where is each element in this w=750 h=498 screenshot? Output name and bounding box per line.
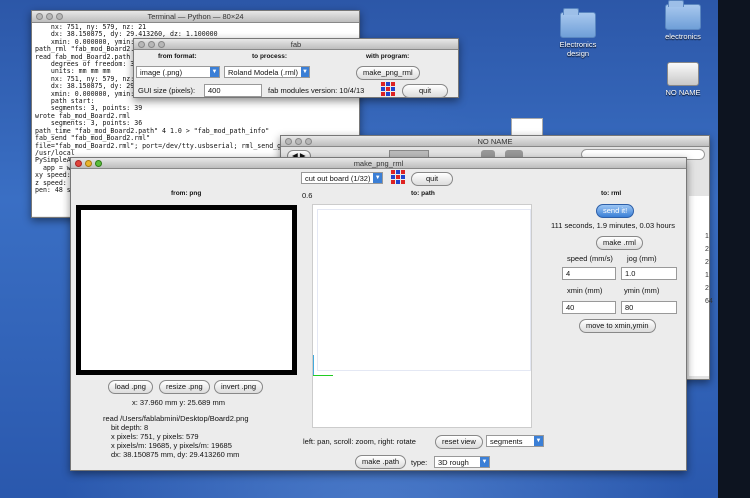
- version-text: fab modules version: 10/4/13: [268, 86, 365, 95]
- fab-window[interactable]: fab from format: to process: with progra…: [133, 38, 459, 98]
- fab-titlebar[interactable]: fab: [134, 39, 458, 50]
- from-format-select[interactable]: image (.png) ▼: [136, 66, 220, 78]
- view-select[interactable]: segments ▼: [486, 435, 544, 447]
- finder-number: 1: [705, 233, 709, 240]
- fab-logo-icon: [381, 82, 395, 96]
- minimize-icon[interactable]: [148, 41, 155, 48]
- size-readout: x: 37.960 mm y: 25.689 mm: [132, 398, 225, 407]
- minimize-icon[interactable]: [295, 138, 302, 145]
- make-rml-button[interactable]: make .rml: [596, 236, 643, 250]
- speed-label: speed (mm/s): [567, 254, 613, 263]
- chevron-down-icon: ▼: [301, 67, 309, 77]
- send-it-button[interactable]: send it!: [596, 204, 635, 218]
- info-line: dx: 38.150875 mm, dy: 29.413260 mm: [111, 450, 240, 459]
- info-line: read /Users/fablabmini/Desktop/Board2.pn…: [103, 414, 249, 423]
- xmin-label: xmin (mm): [567, 286, 603, 295]
- with-program-header: with program:: [366, 53, 410, 60]
- ymin-input[interactable]: 80: [621, 301, 677, 314]
- fab-logo-icon: [391, 170, 405, 184]
- chevron-down-icon: ▼: [373, 173, 382, 183]
- path-axis-y: [313, 355, 314, 375]
- from-png-header: from: png: [171, 190, 202, 197]
- terminal-title: Terminal — Python — 80×24: [147, 12, 244, 21]
- folder-icon: [665, 0, 701, 30]
- from-format-header: from format:: [158, 53, 197, 60]
- ymin-label: ymin (mm): [624, 286, 660, 295]
- window-controls: [285, 138, 312, 145]
- drive-icon: [667, 62, 699, 86]
- jog-label: jog (mm): [627, 254, 657, 263]
- to-process-select[interactable]: Roland Modela (.rml) ▼: [224, 66, 310, 78]
- finder-right-numbers: 1 2 2 1 2 64: [705, 230, 715, 308]
- cut-select[interactable]: cut out board (1/32) ▼: [301, 172, 383, 184]
- desktop-icon-electronics[interactable]: electronics: [656, 0, 710, 41]
- info-line: bit depth: 8: [111, 423, 149, 432]
- info-line: x pixels: 751, y pixels: 579: [111, 432, 199, 441]
- xmin-input[interactable]: 40: [562, 301, 616, 314]
- chevron-down-icon: ▼: [534, 436, 543, 446]
- finder-titlebar[interactable]: NO NAME: [281, 136, 709, 147]
- navigation-hint: left: pan, scroll: zoom, right: rotate: [303, 437, 416, 446]
- jog-input[interactable]: 1.0: [621, 267, 677, 280]
- make-png-rml-window[interactable]: make_png_rml cut out board (1/32) ▼ quit …: [70, 157, 687, 471]
- info-line: x pixels/m: 19685, y pixels/m: 19685: [111, 441, 232, 450]
- load-png-button[interactable]: load .png: [108, 380, 153, 394]
- desktop-icon-no-name[interactable]: NO NAME: [658, 62, 708, 97]
- type-select[interactable]: 3D rough ▼: [434, 456, 490, 468]
- chevron-down-icon: ▼: [210, 67, 219, 77]
- desktop-edge: [718, 0, 750, 498]
- to-path-header: to: path: [411, 190, 435, 197]
- to-process-header: to process:: [252, 53, 288, 60]
- type-label: type:: [411, 458, 428, 467]
- finder-number: 2: [705, 259, 709, 266]
- zoom-icon[interactable]: [95, 160, 102, 167]
- resize-png-button[interactable]: resize .png: [159, 380, 210, 394]
- png-info: read /Users/fablabmini/Desktop/Board2.pn…: [103, 414, 249, 459]
- time-estimate: 111 seconds, 1.9 minutes, 0.03 hours: [551, 221, 675, 230]
- make-png-rml-button[interactable]: make_png_rml: [356, 66, 420, 80]
- png-preview-canvas[interactable]: [76, 205, 297, 375]
- chevron-down-icon: ▼: [480, 457, 489, 467]
- zoom-icon[interactable]: [158, 41, 165, 48]
- quit-button[interactable]: quit: [411, 172, 454, 186]
- finder-number: 64: [705, 298, 713, 305]
- fab-title: fab: [290, 40, 302, 49]
- finder-number: 2: [705, 285, 709, 292]
- finder-number: 1: [705, 272, 709, 279]
- window-controls: [138, 41, 165, 48]
- make-path-button[interactable]: make .path: [355, 455, 407, 469]
- minimize-icon[interactable]: [85, 160, 92, 167]
- path-area: [317, 209, 531, 371]
- to-rml-header: to: rml: [601, 190, 622, 197]
- speed-input[interactable]: 4: [562, 267, 616, 280]
- fab-quit-button[interactable]: quit: [402, 84, 449, 98]
- desktop-icon-electronics-design[interactable]: Electronics design: [553, 8, 603, 58]
- window-controls: [75, 160, 102, 167]
- close-icon[interactable]: [285, 138, 292, 145]
- gui-size-input[interactable]: 400: [204, 84, 262, 97]
- close-icon[interactable]: [138, 41, 145, 48]
- make-png-rml-title: make_png_rml: [353, 159, 404, 168]
- invert-png-button[interactable]: invert .png: [214, 380, 264, 394]
- close-icon[interactable]: [36, 13, 43, 20]
- close-icon[interactable]: [75, 160, 82, 167]
- path-axis-x: [313, 375, 333, 376]
- move-to-xmin-ymin-button[interactable]: move to xmin,ymin: [579, 319, 656, 333]
- make-png-rml-titlebar[interactable]: make_png_rml: [71, 158, 686, 169]
- terminal-titlebar[interactable]: Terminal — Python — 80×24: [32, 11, 359, 23]
- zoom-icon[interactable]: [305, 138, 312, 145]
- window-controls: [36, 13, 63, 20]
- finder-title: NO NAME: [477, 137, 513, 146]
- finder-number: 2: [705, 246, 709, 253]
- gui-size-label: GUI size (pixels):: [138, 86, 196, 95]
- zoom-icon[interactable]: [56, 13, 63, 20]
- path-view-canvas[interactable]: [312, 204, 532, 428]
- folder-icon: [560, 8, 596, 38]
- minimize-icon[interactable]: [46, 13, 53, 20]
- reset-view-button[interactable]: reset view: [435, 435, 483, 449]
- zoom-value: 0.6: [302, 191, 313, 200]
